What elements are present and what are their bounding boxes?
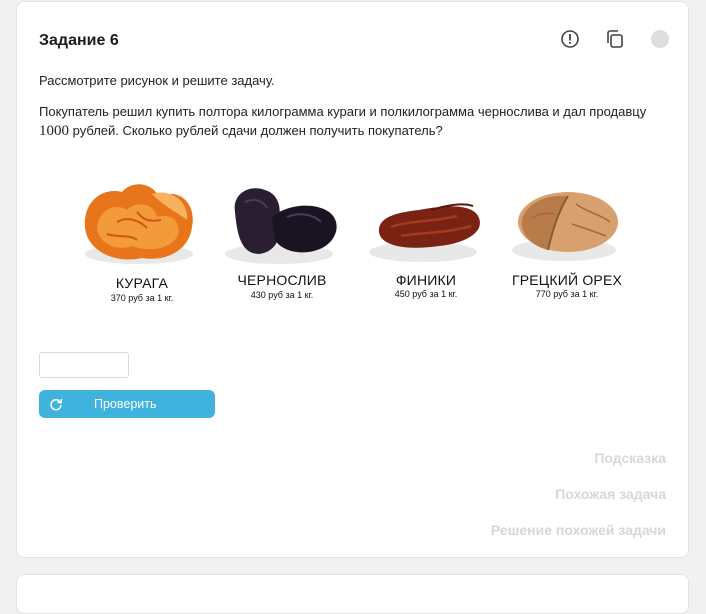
product-name: ГРЕЦКИЙ ОРЕХ (511, 272, 623, 288)
copy-icon[interactable] (605, 29, 625, 49)
date-fruit-image (369, 203, 480, 262)
task-problem: Покупатель решил купить полтора килограм… (39, 102, 679, 141)
task-toolbar (560, 29, 670, 49)
product-price: 770 руб за 1 кг. (535, 289, 599, 299)
prune-image (225, 188, 337, 264)
check-button-label: Проверить (94, 397, 157, 411)
hint-link[interactable]: Подсказка (594, 450, 666, 466)
problem-number: 1000 (39, 123, 69, 139)
status-dot (650, 29, 670, 49)
product-price: 370 руб за 1 кг. (110, 293, 174, 303)
task-instruction: Рассмотрите рисунок и решите задачу. (39, 73, 275, 88)
products-figure: КУРАГА 370 руб за 1 кг. ЧЕРНОСЛИВ 430 ру… (77, 172, 637, 312)
product-name: ЧЕРНОСЛИВ (237, 272, 327, 288)
similar-task-link[interactable]: Похожая задача (555, 486, 666, 502)
product-kuraga: КУРАГА 370 руб за 1 кг. (77, 172, 207, 312)
product-finiki: ФИНИКИ 450 руб за 1 кг. (361, 172, 491, 312)
task-title: Задание 6 (39, 32, 119, 49)
task-card: Задание 6 Рассмотрите рисунок и решите з… (16, 1, 689, 558)
product-name: КУРАГА (115, 275, 169, 291)
product-name: ФИНИКИ (395, 272, 457, 288)
refresh-icon (49, 397, 63, 411)
dried-apricot-image (84, 184, 193, 264)
alert-circle-icon[interactable] (560, 29, 580, 49)
check-button[interactable]: Проверить (39, 390, 215, 418)
walnut-image (512, 192, 618, 261)
answer-input[interactable] (39, 352, 129, 378)
product-chernosliv: ЧЕРНОСЛИВ 430 руб за 1 кг. (217, 172, 347, 312)
product-price: 450 руб за 1 кг. (394, 289, 458, 299)
next-task-card (16, 574, 689, 614)
similar-solution-link[interactable]: Решение похожей задачи (491, 522, 666, 538)
product-gretsky-orekh: ГРЕЦКИЙ ОРЕХ 770 руб за 1 кг. (502, 172, 632, 312)
problem-text-before: Покупатель решил купить полтора килограм… (39, 104, 647, 119)
product-price: 430 руб за 1 кг. (250, 290, 314, 300)
problem-text-after: рублей. Сколько рублей сдачи должен полу… (72, 123, 443, 138)
